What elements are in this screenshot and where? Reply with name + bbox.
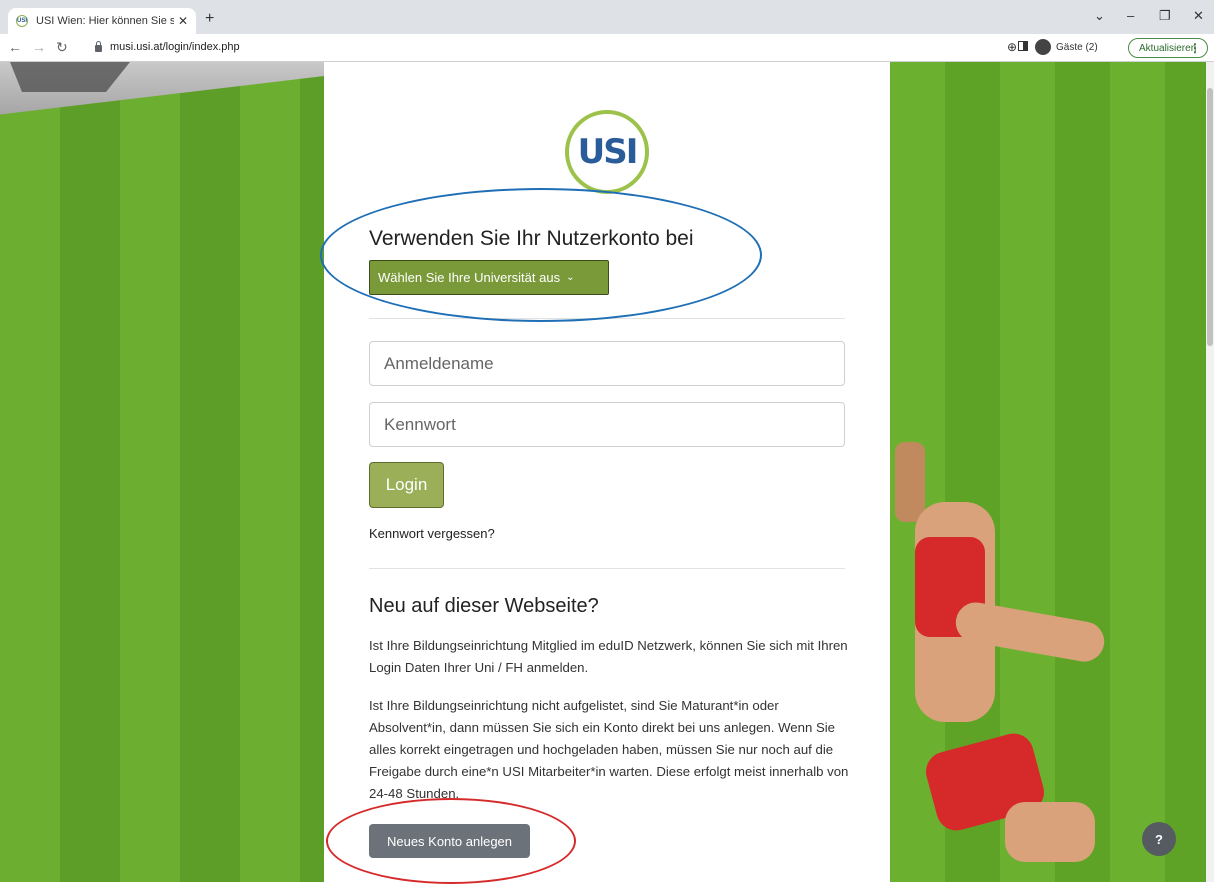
- new-here-heading: Neu auf dieser Webseite?: [369, 595, 599, 617]
- university-select-button[interactable]: Wählen Sie Ihre Universität aus ⌄: [369, 260, 609, 295]
- login-card: USI Verwenden Sie Ihr Nutzerkonto bei Wä…: [324, 62, 890, 882]
- password-input[interactable]: Kennwort: [369, 402, 845, 447]
- browser-tab-bar: USI USI Wien: Hier können Sie sich a ✕ +…: [0, 0, 1214, 34]
- tab-title: USI Wien: Hier können Sie sich a: [36, 15, 174, 27]
- logo-text: USI: [577, 132, 639, 172]
- scrollbar-thumb[interactable]: [1207, 88, 1213, 346]
- tab-search-icon[interactable]: ⌄: [1094, 8, 1105, 24]
- help-button[interactable]: ?: [1142, 822, 1176, 856]
- athlete-image: [895, 442, 1108, 882]
- zoom-icon[interactable]: ⊕: [1007, 40, 1017, 54]
- more-menu-icon[interactable]: ⋮: [1189, 41, 1201, 55]
- close-tab-icon[interactable]: ✕: [178, 14, 188, 28]
- login-button[interactable]: Login: [369, 462, 444, 508]
- divider: [369, 318, 845, 319]
- forgot-password-link[interactable]: Kennwort vergessen?: [369, 526, 495, 541]
- usi-favicon-icon: USI: [16, 15, 28, 27]
- new-tab-button[interactable]: +: [205, 10, 214, 28]
- university-select-label: Wählen Sie Ihre Universität aus: [378, 270, 561, 285]
- background-grass-left: [0, 62, 324, 882]
- update-label: Aktualisieren: [1139, 42, 1197, 54]
- profile-avatar-icon[interactable]: [1035, 39, 1051, 55]
- username-placeholder: Anmeldename: [384, 353, 494, 373]
- lock-icon: [95, 40, 102, 52]
- usi-logo: USI: [565, 110, 649, 194]
- url-text: musi.usi.at/login/index.php: [110, 41, 240, 53]
- page-viewport: USI Verwenden Sie Ihr Nutzerkonto bei Wä…: [0, 62, 1214, 882]
- use-account-heading: Verwenden Sie Ihr Nutzerkonto bei: [369, 227, 694, 250]
- forward-arrow-icon[interactable]: →: [32, 39, 46, 55]
- browser-toolbar: ← → ↻ musi.usi.at/login/index.php ⊕ Gäst…: [0, 34, 1214, 62]
- address-bar[interactable]: musi.usi.at/login/index.php: [95, 40, 240, 53]
- eduid-paragraph: Ist Ihre Bildungseinrichtung Mitglied im…: [369, 638, 848, 675]
- create-account-paragraph: Ist Ihre Bildungseinrichtung nicht aufge…: [369, 698, 849, 801]
- restore-icon[interactable]: ❐: [1159, 8, 1171, 24]
- profile-label[interactable]: Gäste (2): [1056, 42, 1098, 53]
- minimize-icon[interactable]: –: [1127, 8, 1134, 23]
- side-panel-icon[interactable]: [1018, 41, 1028, 51]
- username-input[interactable]: Anmeldename: [369, 341, 845, 386]
- reload-icon[interactable]: ↻: [56, 39, 68, 56]
- update-button[interactable]: Aktualisieren ⋮: [1128, 38, 1208, 58]
- divider: [369, 568, 845, 569]
- back-arrow-icon[interactable]: ←: [8, 39, 22, 55]
- close-window-icon[interactable]: ✕: [1193, 8, 1204, 24]
- new-account-button[interactable]: Neues Konto anlegen: [369, 824, 530, 858]
- browser-tab[interactable]: USI USI Wien: Hier können Sie sich a ✕: [8, 8, 196, 34]
- password-placeholder: Kennwort: [384, 414, 456, 434]
- chevron-down-icon: ⌄: [566, 272, 575, 283]
